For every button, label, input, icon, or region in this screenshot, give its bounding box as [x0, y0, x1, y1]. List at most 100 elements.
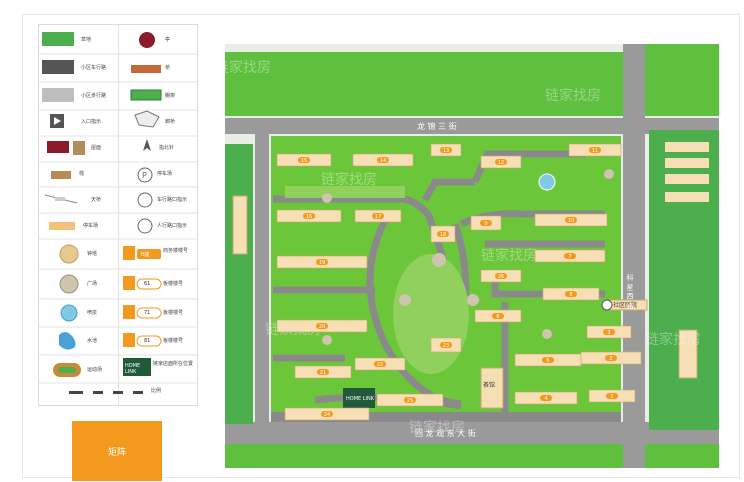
sky-bridge-icon	[44, 194, 78, 204]
legend-label-commercial: 商务楼楼号	[163, 248, 189, 254]
building-number-24: 24	[324, 412, 330, 418]
building-number-19: 19	[319, 260, 325, 266]
badge-text-61: 61	[144, 281, 151, 287]
plaza-3	[467, 294, 479, 306]
road-light-icon	[42, 88, 74, 102]
legend-label-entrance: 入口指示	[81, 119, 102, 125]
legend-label-fountain: 喷泉	[87, 310, 98, 316]
building-number-7: 7	[568, 254, 571, 260]
street-east-label: 科 星 西 路	[626, 273, 634, 310]
pavilion-icon	[139, 32, 155, 48]
building-number-3: 3	[607, 330, 610, 336]
north-arrow-icon	[143, 139, 151, 151]
plaza-4	[322, 335, 332, 345]
legend-label-bridge: 桥	[165, 65, 171, 71]
legend-label-boardwalk: 栈	[79, 171, 85, 177]
building-number-10: 10	[568, 218, 574, 224]
svg-text:P: P	[142, 171, 147, 180]
building-number-12: 12	[498, 160, 504, 166]
building-number-5: 5	[546, 358, 549, 364]
building-number-25: 25	[407, 398, 413, 404]
legend-label-slab-81: 板楼楼号	[163, 338, 184, 344]
building-number-4: 4	[544, 396, 547, 402]
site-map-svg: 社区医院 茶馆 HOME LINK 龙 锦 三 街 回 龙 观 东 大 街 科 …	[225, 44, 719, 468]
badge-text-homelink: HOME LINK	[125, 363, 141, 375]
fountain-icon	[60, 304, 78, 322]
building-number-21: 21	[320, 370, 326, 376]
bridge-icon	[131, 65, 161, 73]
building-19: 19	[276, 255, 368, 269]
road-east	[623, 44, 645, 468]
building-number-11: 11	[592, 148, 598, 154]
legend-label-north-arrow: 指北针	[159, 145, 175, 151]
building-20: 20	[276, 319, 368, 333]
scale-label: 比例	[151, 388, 162, 394]
building-number-13: 13	[443, 148, 449, 154]
building-number-14: 14	[380, 158, 386, 164]
legend-icons: P	[39, 32, 197, 394]
legend-label-plaza: 广场	[87, 281, 98, 287]
building-15: 15	[276, 153, 332, 167]
legend-label-slab-61: 板楼楼号	[163, 281, 184, 287]
watermark-4: 链家找房	[481, 247, 537, 264]
building-17: 17	[354, 209, 402, 223]
building-5: 5	[514, 353, 582, 367]
slab-badge-61-icon	[123, 276, 162, 290]
watermark-6: 链家找房	[409, 419, 465, 436]
legend-label-clock-tower: 钟塔	[87, 251, 98, 257]
building-7: 7	[534, 249, 606, 263]
building-number-26: 26	[498, 274, 504, 280]
legend-label-parking-area: 停车场	[83, 223, 99, 229]
plaza-7	[542, 329, 552, 339]
legend-label-pedestrian-entrance: 人行路口指示	[157, 223, 188, 229]
building-number-8: 8	[569, 292, 572, 298]
watermark-1: 链家找房	[225, 59, 271, 76]
building-12: 12	[480, 155, 522, 169]
building-21: 21	[294, 365, 352, 379]
legend-label-grass: 草地	[81, 37, 92, 43]
legend-label-roof: 屋面	[91, 145, 102, 151]
plaza-1	[432, 253, 446, 267]
building-26: 26	[480, 269, 522, 283]
building-number-9: 9	[484, 221, 487, 227]
legend-label-corridor-bridge: 廊桥	[165, 119, 176, 125]
building-18: 18	[430, 225, 456, 243]
pool-icon	[59, 332, 76, 350]
building-number-17: 17	[375, 214, 381, 220]
badge-text-71: 71	[144, 310, 151, 316]
building-number-2: 2	[609, 356, 612, 362]
fountain	[538, 173, 556, 191]
orange-box: 矩阵	[72, 421, 162, 481]
building-number-22: 22	[377, 362, 383, 368]
car-icon	[137, 192, 153, 208]
building-22: 22	[354, 357, 406, 371]
legend-label-homelink: 链家店面所在位置	[153, 361, 194, 367]
building-number-23: 23	[443, 343, 449, 349]
legend-label-pool: 水池	[87, 338, 98, 344]
building-number-18: 18	[440, 232, 446, 238]
site-map: 社区医院 茶馆 HOME LINK 龙 锦 三 街 回 龙 观 东 大 街 科 …	[225, 44, 719, 468]
legend-label-parking-p: 停车场	[157, 171, 173, 177]
plaza-2	[399, 294, 411, 306]
legend-label-road-dark: 小区车行路	[81, 65, 107, 71]
building-24: 24	[284, 407, 370, 421]
building-9: 9	[470, 215, 502, 231]
building-8: 8	[542, 287, 600, 301]
building-2: 2	[580, 351, 642, 365]
plaza-icon	[59, 274, 79, 294]
watermark-7: 链家找房	[645, 331, 701, 348]
building-number-6: 6	[496, 314, 499, 320]
legend-label-sky-bridge: 天桥	[91, 197, 102, 203]
corridor-bridge-icon	[47, 141, 69, 153]
slab-badge-71-icon	[123, 305, 162, 319]
building-11: 11	[568, 143, 622, 157]
roof-icon	[134, 110, 160, 128]
pedestrian-icon	[137, 218, 153, 234]
clock-tower-icon	[59, 244, 79, 264]
building-6: 6	[474, 309, 522, 323]
badge-text-b: B座	[141, 252, 150, 258]
building-number-16: 16	[306, 214, 312, 220]
building-25: 25	[376, 393, 444, 407]
building-16: 16	[276, 209, 342, 223]
watermark-3: 链家找房	[321, 171, 377, 188]
